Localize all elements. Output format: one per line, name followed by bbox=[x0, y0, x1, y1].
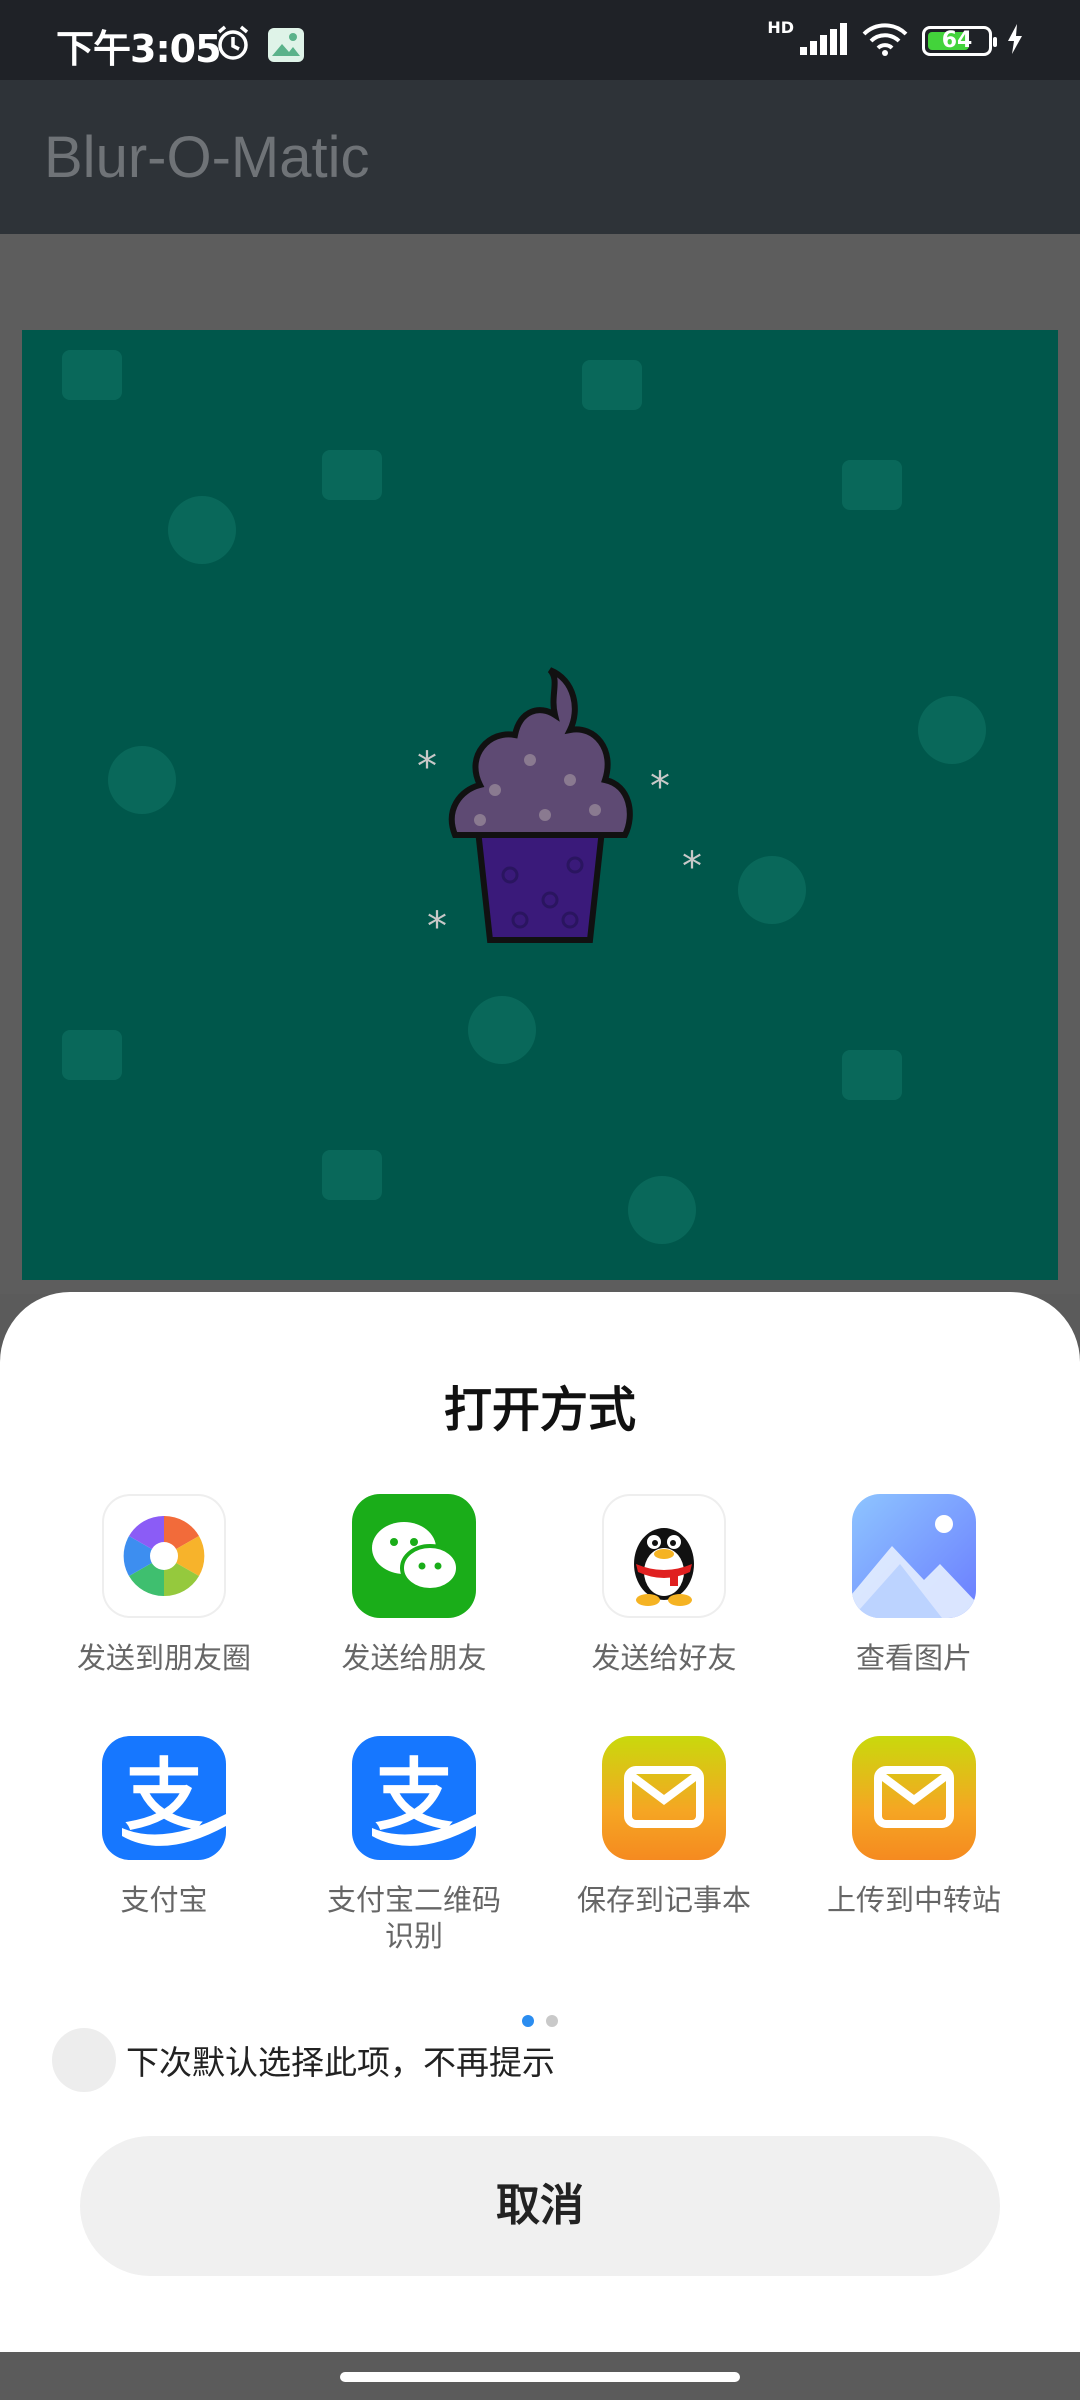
app-item-alipay-qr[interactable]: 支 支付宝二维码识别 bbox=[289, 1736, 539, 1954]
app-title: Blur-O-Matic bbox=[44, 125, 370, 190]
app-item-wechat[interactable]: 发送给朋友 bbox=[289, 1494, 539, 1676]
app-label: 发送给朋友 bbox=[341, 1641, 487, 1675]
wifi-icon bbox=[862, 22, 908, 60]
mail-notepad-icon bbox=[602, 1736, 726, 1860]
status-right: HD 64 bbox=[767, 18, 1024, 60]
network-type: HD bbox=[767, 17, 794, 37]
sheet-title: 打开方式 bbox=[443, 1382, 636, 1438]
wechat-icon bbox=[352, 1494, 476, 1618]
svg-text:*: * bbox=[427, 904, 447, 950]
navigation-bar bbox=[0, 2352, 1080, 2400]
qq-icon bbox=[602, 1494, 726, 1618]
app-item-gallery[interactable]: 查看图片 bbox=[789, 1494, 1039, 1676]
signal-icon bbox=[800, 23, 848, 59]
cancel-button[interactable]: 取消 bbox=[80, 2136, 1000, 2276]
app-label: 上传到中转站 bbox=[826, 1883, 1001, 1917]
alipay-qr-icon: 支 bbox=[352, 1736, 476, 1860]
cupcake-illustration: * * * * bbox=[62, 350, 986, 1244]
mail-transfer-icon bbox=[852, 1736, 976, 1860]
home-indicator[interactable] bbox=[340, 2372, 740, 2382]
app-item-moments[interactable]: 发送到朋友圈 bbox=[39, 1494, 289, 1676]
default-option-row[interactable]: 下次默认选择此项，不再提示 bbox=[52, 2028, 555, 2092]
app-label: 发送到朋友圈 bbox=[76, 1641, 251, 1675]
app-label: 查看图片 bbox=[855, 1641, 972, 1675]
moments-icon bbox=[102, 1494, 226, 1618]
default-option-checkbox[interactable] bbox=[52, 2028, 116, 2092]
default-option-label: 下次默认选择此项，不再提示 bbox=[126, 2043, 555, 2082]
status-bar: 下午3:05 HD 64 bbox=[0, 0, 1080, 80]
app-label: 支付宝二维码识别 bbox=[326, 1883, 501, 1953]
app-item-transfer[interactable]: 上传到中转站 bbox=[789, 1736, 1039, 1918]
battery-level: 64 bbox=[941, 28, 973, 53]
svg-text:*: * bbox=[650, 764, 670, 810]
preview-image: * * * * bbox=[22, 330, 1058, 1280]
alarm-icon bbox=[214, 24, 252, 66]
svg-text:支: 支 bbox=[375, 1751, 453, 1841]
svg-text:*: * bbox=[682, 844, 702, 890]
battery-icon: 64 bbox=[922, 26, 997, 56]
page-dot-active bbox=[522, 2015, 534, 2027]
alipay-icon: 支 bbox=[102, 1736, 226, 1860]
app-label: 支付宝 bbox=[120, 1883, 208, 1917]
app-item-qq[interactable]: 发送给好友 bbox=[539, 1494, 789, 1676]
svg-text:*: * bbox=[417, 744, 437, 790]
open-with-sheet: 打开方式 发送到朋友圈 发送给朋友 发送给好友 查看图片 支 支付宝 支 支付宝… bbox=[0, 1292, 1080, 2352]
app-item-alipay[interactable]: 支 支付宝 bbox=[39, 1736, 289, 1918]
gallery-notification-icon bbox=[268, 28, 304, 62]
status-time: 下午3:05 bbox=[56, 27, 222, 71]
gallery-icon bbox=[852, 1494, 976, 1618]
app-bar: Blur-O-Matic bbox=[0, 80, 1080, 234]
app-label: 保存到记事本 bbox=[576, 1883, 751, 1917]
app-label: 发送给好友 bbox=[591, 1641, 737, 1675]
charging-icon bbox=[1006, 24, 1024, 58]
svg-text:支: 支 bbox=[125, 1751, 203, 1841]
page-dot bbox=[546, 2015, 558, 2027]
app-item-notepad[interactable]: 保存到记事本 bbox=[539, 1736, 789, 1918]
